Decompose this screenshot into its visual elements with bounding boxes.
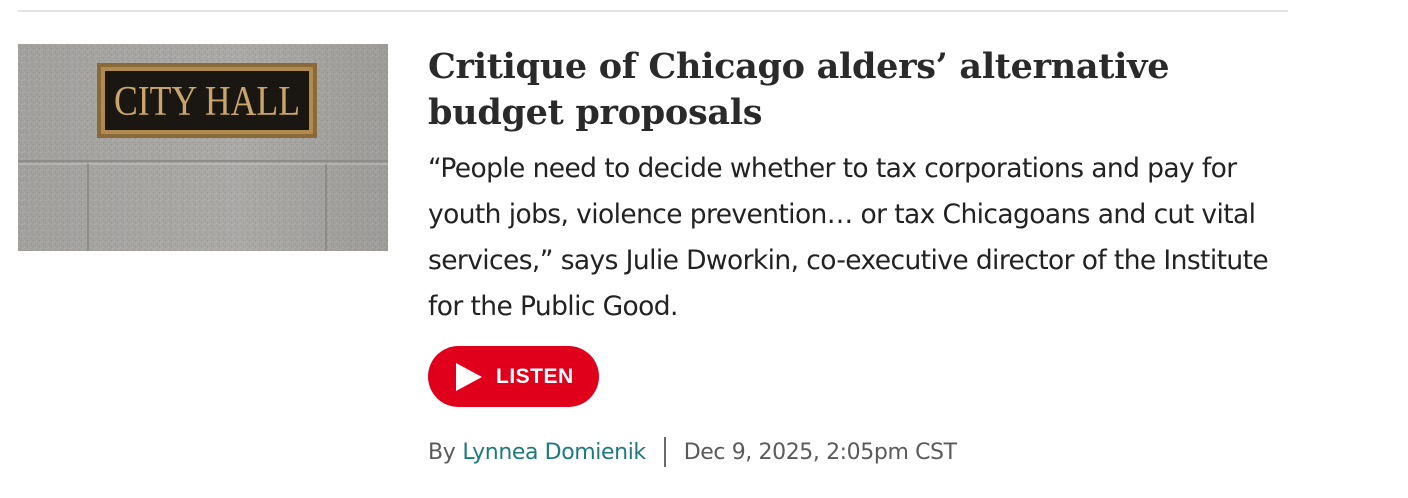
article-thumbnail[interactable]: CITY HALL (18, 44, 388, 251)
byline: By Lynnea Domienik Dec 9, 2025, 2:05pm C… (428, 437, 957, 467)
author-link[interactable]: Lynnea Domienik (462, 440, 646, 465)
publish-date: Dec 9, 2025, 2:05pm CST (683, 439, 957, 465)
article-card: CITY HALL Critique of Chicago alders’ al… (18, 44, 1288, 484)
article-content: Critique of Chicago alders’ alternative … (428, 44, 1288, 467)
top-divider (18, 10, 1288, 12)
article-dek: “People need to decide whether to tax co… (428, 153, 1269, 322)
byline-divider (663, 437, 666, 467)
listen-button[interactable]: LISTEN (428, 346, 599, 407)
play-icon (456, 362, 482, 391)
plaque-sign-text: CITY HALL (114, 79, 300, 125)
listen-label: LISTEN (496, 364, 574, 388)
article-headline[interactable]: Critique of Chicago alders’ alternative … (428, 44, 1288, 136)
byline-prefix: By (428, 439, 456, 465)
city-hall-photo: CITY HALL (18, 44, 388, 251)
